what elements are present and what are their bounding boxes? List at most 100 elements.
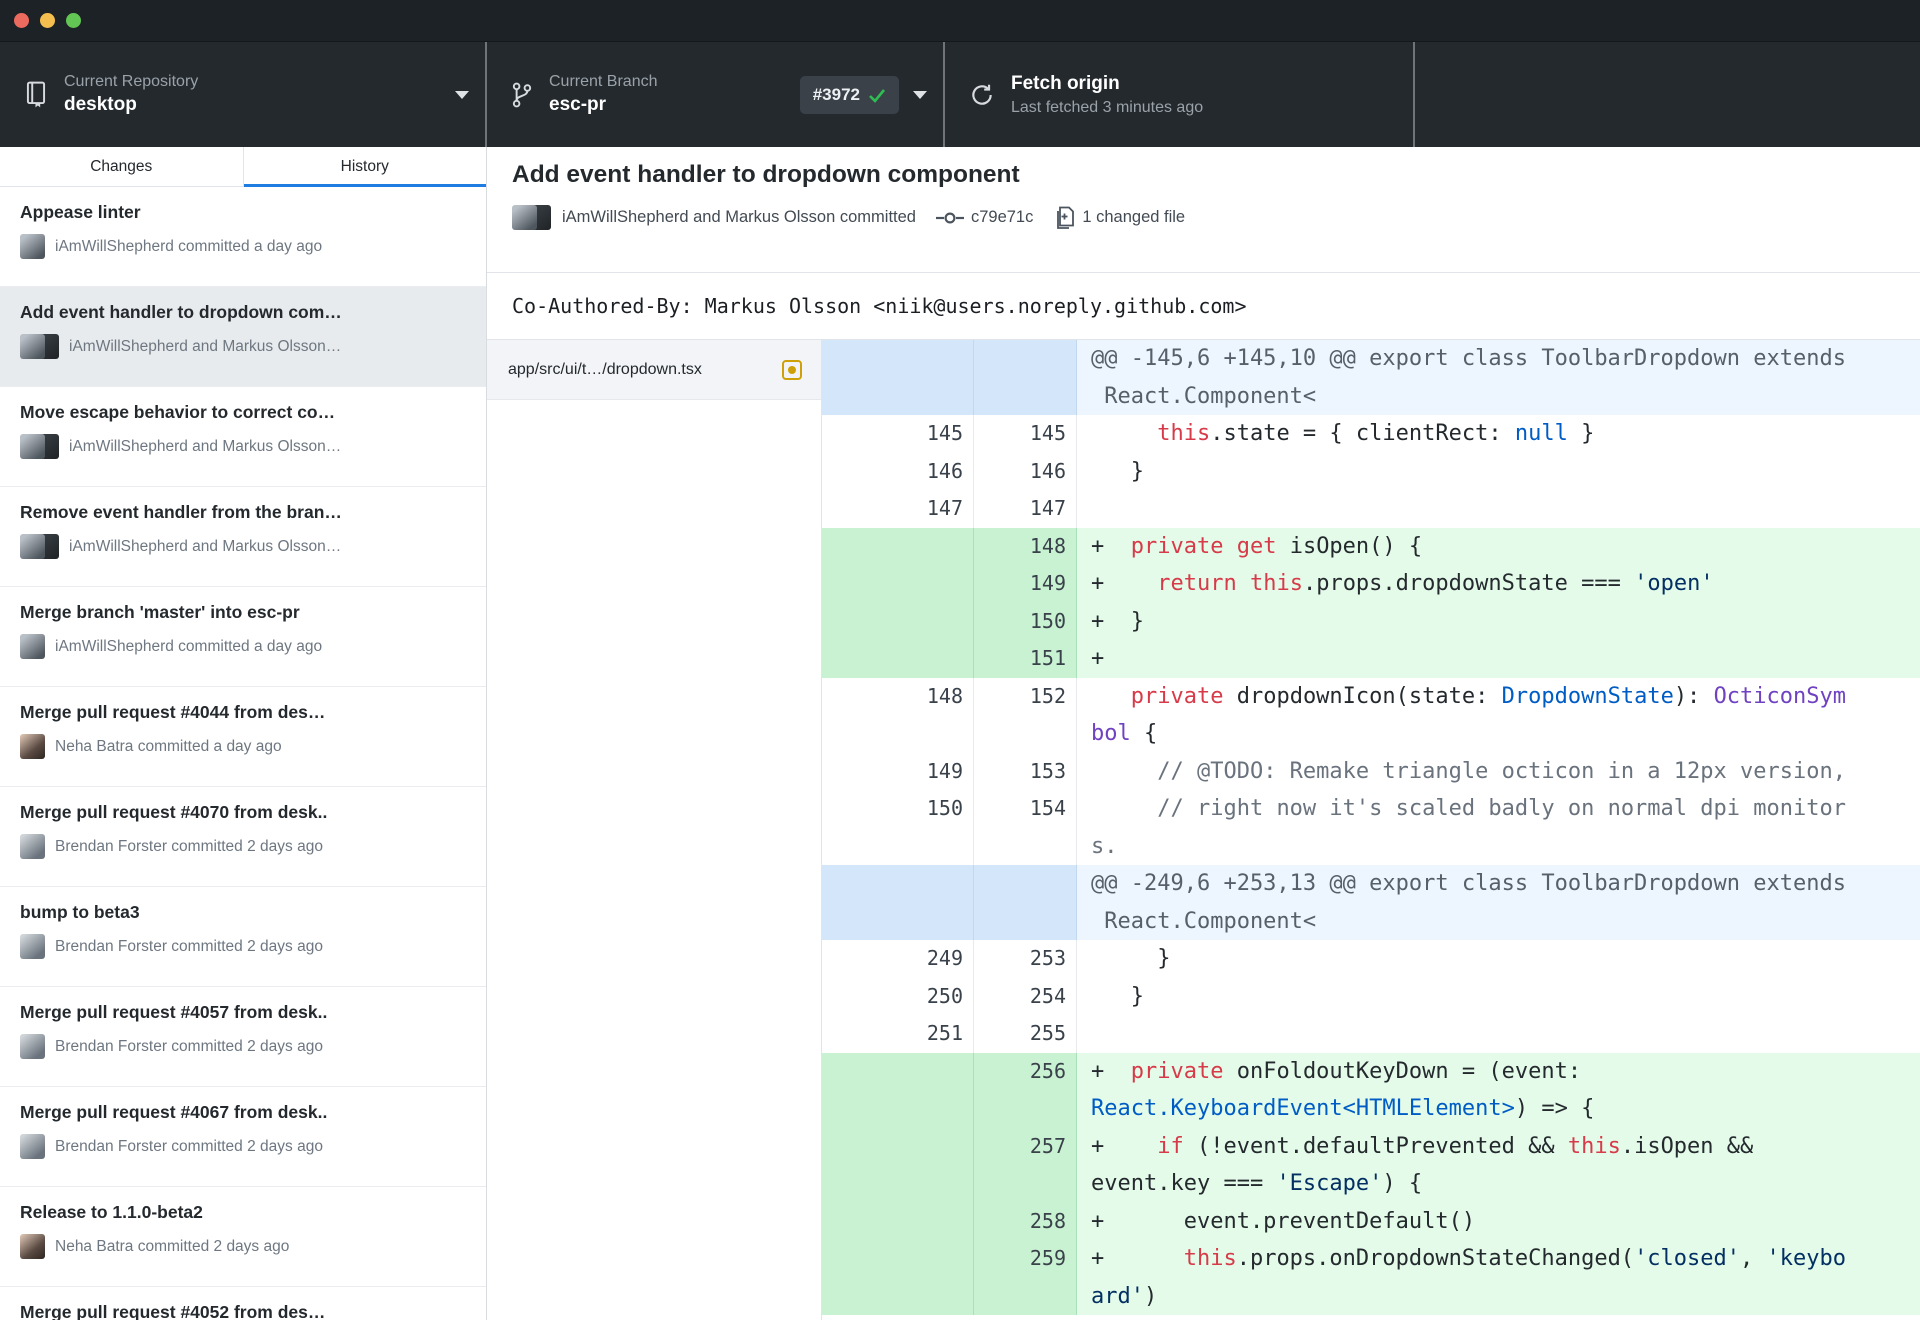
- sync-icon: [969, 82, 995, 108]
- old-line-number: 148: [822, 677, 974, 715]
- old-line-number: 250: [822, 977, 974, 1015]
- diff-line: 256 + private onFoldoutKeyDown = (event:: [822, 1052, 1920, 1090]
- commit-author-line: Brendan Forster committed 2 days ago: [55, 937, 323, 955]
- main-panel: Add event handler to dropdown component …: [487, 147, 1920, 1320]
- old-line-number: 146: [822, 452, 974, 490]
- commit-list-item[interactable]: Remove event handler from the bran… iAmWi…: [0, 487, 486, 587]
- avatar: [20, 634, 45, 659]
- pr-number: #3972: [812, 84, 860, 104]
- tab-history[interactable]: History: [242, 147, 487, 187]
- new-line-number: [974, 1090, 1077, 1128]
- titlebar: [0, 0, 1920, 42]
- avatar: [20, 434, 59, 459]
- old-line-number: 145: [822, 415, 974, 453]
- zoom-window-button[interactable]: [66, 13, 81, 28]
- old-line-number: [822, 715, 974, 753]
- commit-list-item[interactable]: Release to 1.1.0-beta2 Neha Batra committ…: [0, 1187, 486, 1287]
- commit-summary: bump to beta3: [20, 902, 140, 922]
- close-window-button[interactable]: [14, 13, 29, 28]
- changed-file-icon: [1053, 206, 1075, 230]
- commit-summary: Add event handler to dropdown com…: [20, 302, 342, 322]
- old-line-number: 147: [822, 490, 974, 528]
- avatar: [20, 534, 59, 559]
- commit-meta: iAmWillShepherd and Markus Olsson commit…: [512, 205, 1920, 230]
- diff-line: 250 254 }: [822, 977, 1920, 1015]
- diff-view: @@ -145,6 +145,10 @@ export class Toolba…: [822, 340, 1920, 1320]
- commit-list-item[interactable]: bump to beta3 Brendan Forster committed 2…: [0, 887, 486, 987]
- commit-list-item[interactable]: Merge pull request #4070 from desk.. Bren…: [0, 787, 486, 887]
- toolbar-filler: [1415, 42, 1920, 147]
- current-repository-label: Current Repository: [64, 73, 199, 90]
- old-line-number: [822, 1052, 974, 1090]
- check-icon: [869, 88, 886, 103]
- diff-line: 249 253 }: [822, 940, 1920, 978]
- diff-code-text: @@ -145,6 +145,10 @@ export class Toolba…: [1077, 340, 1920, 378]
- commit-list-item[interactable]: Move escape behavior to correct co… iAmWi…: [0, 387, 486, 487]
- diff-line: @@ -249,6 +253,13 @@ export class Toolba…: [822, 865, 1920, 903]
- new-line-number: 151: [974, 640, 1077, 678]
- commit-list-item[interactable]: Merge pull request #4052 from des…: [0, 1287, 486, 1320]
- file-list-item[interactable]: app/src/ui/t…/dropdown.tsx: [487, 340, 821, 400]
- new-line-number: 145: [974, 415, 1077, 453]
- old-line-number: [822, 1202, 974, 1240]
- diff-line: 251 255: [822, 1015, 1920, 1053]
- avatar: [20, 234, 45, 259]
- commit-author-line: iAmWillShepherd and Markus Olsson…: [69, 437, 342, 455]
- commit-title: Add event handler to dropdown component: [512, 161, 1020, 188]
- current-repository-button[interactable]: Current Repository desktop: [0, 42, 487, 147]
- old-line-number: [822, 1240, 974, 1278]
- new-line-number: 153: [974, 752, 1077, 790]
- avatar: [20, 1234, 45, 1259]
- avatar: [20, 834, 45, 859]
- commit-list-item[interactable]: Merge pull request #4057 from desk.. Bren…: [0, 987, 486, 1087]
- commit-author-line: Brendan Forster committed 2 days ago: [55, 1037, 323, 1055]
- commit-summary: Merge pull request #4057 from desk..: [20, 1002, 328, 1022]
- commit-summary: Move escape behavior to correct co…: [20, 402, 336, 422]
- minimize-window-button[interactable]: [40, 13, 55, 28]
- diff-code-text: ard'): [1077, 1277, 1920, 1315]
- new-line-number: 257: [974, 1127, 1077, 1165]
- fetch-origin-button[interactable]: Fetch origin Last fetched 3 minutes ago: [945, 42, 1415, 147]
- tab-changes[interactable]: Changes: [0, 147, 243, 186]
- diff-code-text: // @TODO: Remake triangle octicon in a 1…: [1157, 758, 1846, 784]
- diff-line: 150 + }: [822, 602, 1920, 640]
- diff-code-text: @@ -249,6 +253,13 @@ export class Toolba…: [1077, 865, 1920, 903]
- diff-line: @@ -145,6 +145,10 @@ export class Toolba…: [822, 340, 1920, 378]
- commit-author-line: Brendan Forster committed 2 days ago: [55, 1137, 323, 1155]
- current-branch-button[interactable]: Current Branch esc-pr #3972: [487, 42, 945, 147]
- commit-list-item[interactable]: Merge pull request #4044 from des… Neha B…: [0, 687, 486, 787]
- old-line-number: [822, 1165, 974, 1203]
- new-line-number: 259: [974, 1240, 1077, 1278]
- pr-status-badge[interactable]: #3972: [799, 75, 899, 114]
- current-repository-value: desktop: [64, 94, 137, 115]
- old-line-number: 251: [822, 1015, 974, 1053]
- commit-summary: Merge pull request #4070 from desk..: [20, 802, 328, 822]
- file-path: app/src/ui/t…/dropdown.tsx: [508, 360, 702, 378]
- new-line-number: 150: [974, 602, 1077, 640]
- diff-code-text: this.state = { clientRect: null }: [1157, 421, 1595, 446]
- diff-line: 146 146 }: [822, 452, 1920, 490]
- commit-author-line: iAmWillShepherd committed a day ago: [55, 237, 323, 255]
- commit-list-item[interactable]: Appease linter iAmWillShepherd committed …: [0, 187, 486, 287]
- commit-author-line: iAmWillShepherd and Markus Olsson…: [69, 337, 342, 355]
- commit-list-item[interactable]: Merge pull request #4067 from desk.. Bren…: [0, 1087, 486, 1187]
- commit-summary: Merge branch 'master' into esc-pr: [20, 602, 300, 622]
- sidebar: Changes History Appease linter iAmWillShep…: [0, 147, 487, 1320]
- new-line-number: [974, 865, 1077, 903]
- diff-code-text: }: [1091, 458, 1144, 484]
- old-line-number: [822, 340, 974, 378]
- avatar: [20, 1134, 45, 1159]
- commit-list-item[interactable]: Merge branch 'master' into esc-pr iAmWill…: [0, 587, 486, 687]
- content: Changes History Appease linter iAmWillShep…: [0, 147, 1920, 1320]
- diff-code-text: React.Component<: [1077, 377, 1920, 415]
- new-line-number: 152: [974, 677, 1077, 715]
- diff-line: 149 + return this.props.dropdownState ===…: [822, 565, 1920, 603]
- commit-header: Add event handler to dropdown component …: [487, 147, 1920, 272]
- commit-author-line: Brendan Forster committed 2 days ago: [55, 837, 323, 855]
- chevron-down-icon: [455, 90, 469, 99]
- old-line-number: [822, 902, 974, 940]
- diff-line: React.Component<: [822, 902, 1920, 940]
- diff-code-text: + return this.props.dropdownState === 'o…: [1077, 565, 1920, 603]
- new-line-number: [974, 377, 1077, 415]
- commit-list-item[interactable]: Add event handler to dropdown com… iAmWil…: [0, 287, 486, 387]
